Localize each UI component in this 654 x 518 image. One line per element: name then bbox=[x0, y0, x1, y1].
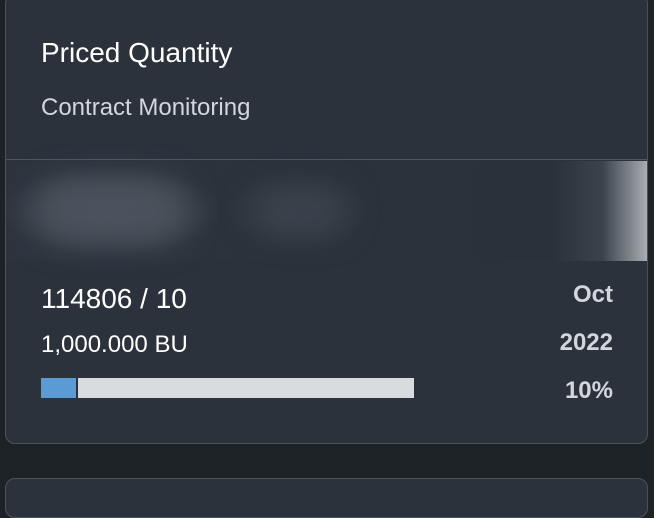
card-body: 114806 / 10 1,000.000 BU Oct 2022 10% bbox=[6, 261, 647, 443]
blurred-shape bbox=[36, 181, 186, 241]
blurred-content-area bbox=[6, 161, 647, 261]
card-title: Priced Quantity bbox=[41, 37, 233, 68]
priced-quantity-card[interactable]: Priced Quantity Contract Monitoring 1148… bbox=[5, 0, 648, 444]
card-subtitle: Contract Monitoring bbox=[41, 94, 251, 121]
priced-percent: 10% bbox=[564, 377, 613, 404]
blurred-shape bbox=[256, 191, 346, 231]
next-card[interactable] bbox=[5, 478, 648, 518]
card-header[interactable]: Priced Quantity Contract Monitoring bbox=[6, 0, 647, 160]
quantity-value: 1,000.000 BU bbox=[41, 331, 188, 358]
progress-bar-fill bbox=[41, 378, 79, 398]
contract-id: 114806 / 10 bbox=[41, 283, 187, 314]
priced-progress-bar bbox=[41, 378, 414, 398]
delivery-year: 2022 bbox=[559, 329, 613, 356]
delivery-month: Oct bbox=[572, 281, 613, 308]
